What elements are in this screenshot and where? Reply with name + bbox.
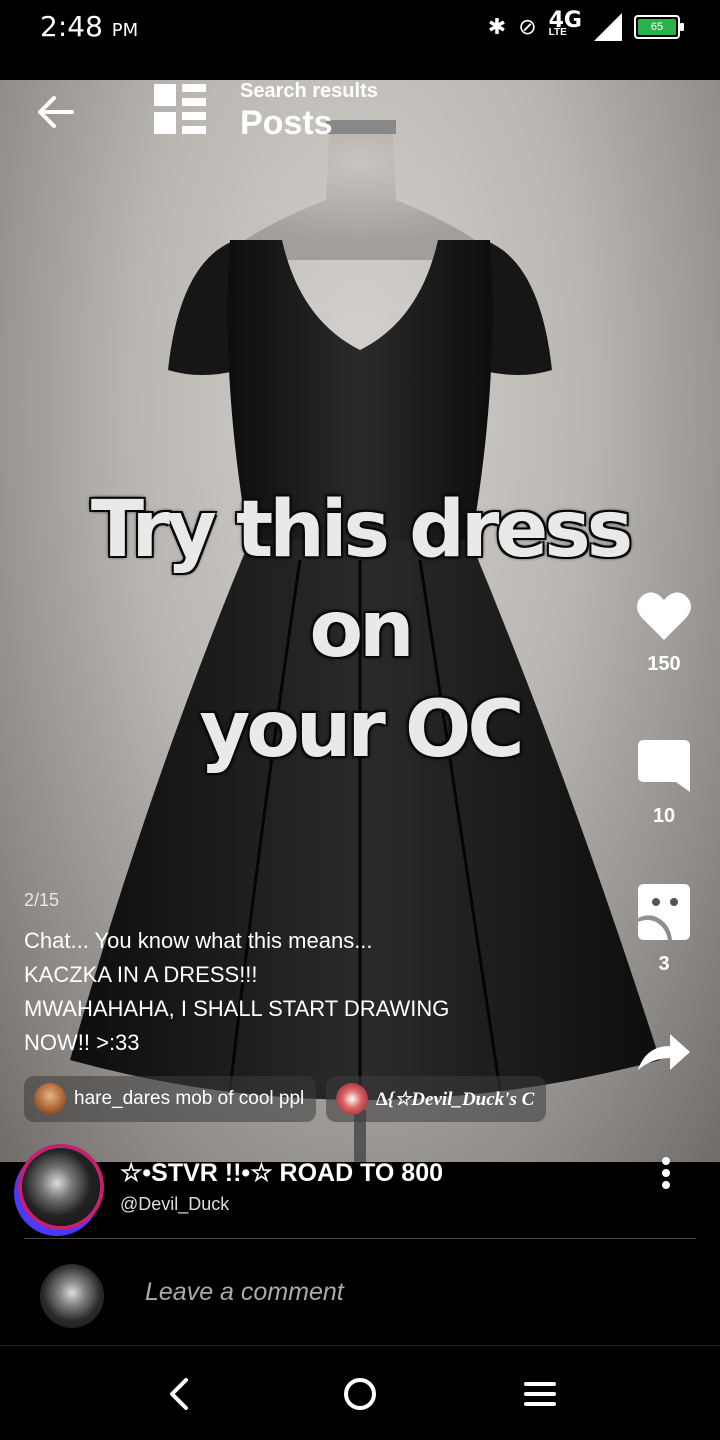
battery-icon: 65 <box>634 15 684 39</box>
caption-line: MWAHAHAHA, I SHALL START DRAWING <box>24 996 450 1021</box>
caption-line: KACZKA IN A DRESS!!! <box>24 962 258 987</box>
post-overlay-text: Try this dress on your OC <box>60 480 660 780</box>
nav-back-icon[interactable] <box>158 1372 202 1416</box>
comment-count: 10 <box>652 805 676 827</box>
caption-line: Chat... You know what this means... <box>24 928 373 953</box>
like-button[interactable]: 150 <box>632 590 696 676</box>
battery-level: 65 <box>638 19 676 35</box>
bluetooth-icon: ✱ <box>487 14 507 40</box>
comment-input[interactable]: Leave a comment <box>145 1278 344 1307</box>
overlay-line-2: your OC <box>199 685 524 775</box>
header-subtitle: Search results <box>240 80 378 102</box>
community-avatar <box>336 1083 369 1115</box>
page-indicator: 2/15 <box>24 890 60 910</box>
status-icons: ✱ ⊘ 4G LTE 65 <box>487 8 684 44</box>
community-chip[interactable]: hare_dares mob of cool ppl <box>24 1076 317 1122</box>
comment-bubble-icon <box>638 740 690 792</box>
layout-toggle-icon[interactable] <box>154 84 206 134</box>
system-nav-bar <box>0 1345 720 1440</box>
author-handle[interactable]: @Devil_Duck <box>120 1194 229 1215</box>
share-button[interactable] <box>632 1032 696 1077</box>
author-row: ☆•STVR !!•☆ ROAD TO 800 @Devil_Duck <box>0 1140 720 1240</box>
divider <box>24 1238 696 1239</box>
do-not-disturb-icon: ⊘ <box>518 14 537 40</box>
caption-line: NOW!! >:33 <box>24 1030 140 1055</box>
meridiem-text: PM <box>111 20 139 41</box>
author-name[interactable]: ☆•STVR !!•☆ ROAD TO 800 <box>120 1158 443 1188</box>
status-bar: 2:48 PM ✱ ⊘ 4G LTE 65 <box>0 0 720 80</box>
page-title: Posts <box>240 104 333 142</box>
network-indicator: 4G LTE <box>548 8 582 39</box>
overlay-line-1: Try this dress on <box>90 485 633 675</box>
community-chips: hare_dares mob of cool ppl ∆{☆Devil_Duck… <box>24 1076 547 1122</box>
comment-row: Leave a comment <box>0 1262 720 1332</box>
nav-menu-icon[interactable] <box>518 1372 562 1416</box>
post-caption: Chat... You know what this means... KACZ… <box>24 924 584 1060</box>
more-options-icon[interactable] <box>656 1154 676 1194</box>
back-arrow-icon[interactable] <box>32 88 80 136</box>
sticker-reaction-icon <box>638 884 690 940</box>
top-bar: Search results Posts <box>0 80 720 170</box>
nav-home-icon[interactable] <box>338 1372 382 1416</box>
share-arrow-icon <box>638 1034 690 1070</box>
user-avatar <box>40 1264 104 1328</box>
network-sub-text: LTE <box>548 27 567 38</box>
heart-icon <box>637 592 691 640</box>
comment-button[interactable]: 10 <box>632 738 696 828</box>
community-chip[interactable]: ∆{☆Devil_Duck's C <box>326 1076 547 1122</box>
reaction-count: 3 <box>658 953 670 975</box>
community-chip-label: hare_dares mob of cool ppl <box>74 1088 305 1109</box>
community-chip-label: ∆{☆Devil_Duck's C <box>376 1088 535 1110</box>
author-avatar[interactable] <box>22 1148 100 1226</box>
community-avatar <box>34 1083 66 1115</box>
status-time: 2:48 PM <box>40 10 138 43</box>
like-count: 150 <box>647 653 681 675</box>
network-text: 4G <box>548 8 582 33</box>
signal-icon <box>594 13 622 41</box>
time-text: 2:48 <box>40 10 103 43</box>
reaction-button[interactable]: 3 <box>632 882 696 976</box>
